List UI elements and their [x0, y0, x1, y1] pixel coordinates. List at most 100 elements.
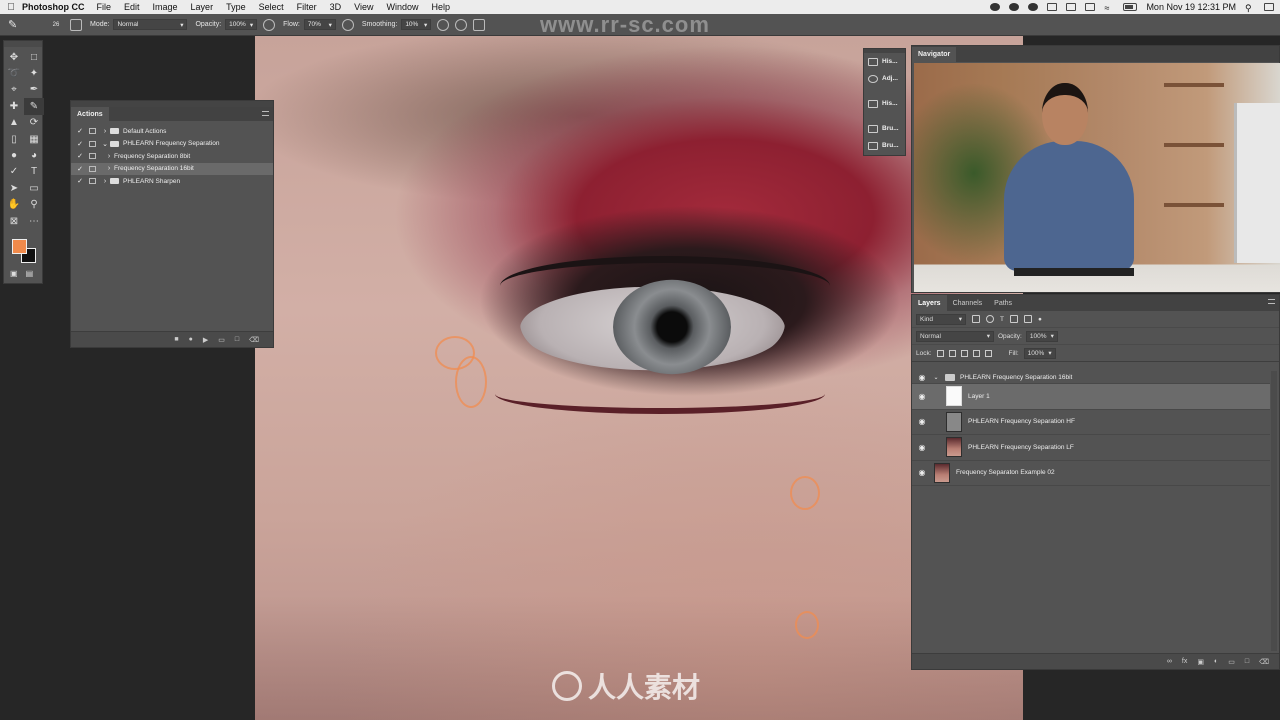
pen-tool-icon[interactable]: ✓: [4, 164, 24, 180]
chevron-down-icon[interactable]: ⌄: [932, 374, 940, 381]
dialog-toggle-icon[interactable]: [89, 128, 96, 135]
smoothing-settings-gear-icon[interactable]: [437, 18, 450, 31]
lock-image-icon[interactable]: [948, 349, 956, 357]
layer-row[interactable]: ◉ PHLEARN Frequency Separation LF: [912, 435, 1270, 461]
battery-icon[interactable]: [1123, 3, 1138, 11]
filter-toggle-icon[interactable]: ●: [1038, 316, 1042, 323]
history-panel-button[interactable]: His...: [864, 53, 905, 70]
opacity-field[interactable]: 100% ▾: [225, 19, 258, 30]
check-icon[interactable]: ✓: [75, 140, 85, 148]
display-icon[interactable]: [1047, 3, 1058, 11]
menu-window[interactable]: Window: [386, 2, 418, 12]
flow-field[interactable]: 70% ▾: [303, 19, 336, 30]
menu-view[interactable]: View: [354, 2, 373, 12]
dialog-toggle-icon[interactable]: [89, 178, 96, 185]
menu-filter[interactable]: Filter: [297, 2, 317, 12]
filter-kind-select[interactable]: Kind ▾: [916, 313, 966, 325]
wifi-icon[interactable]: ≈: [1104, 3, 1114, 13]
chevron-right-icon[interactable]: ›: [104, 165, 114, 172]
history-brush-tool-icon[interactable]: ⟳: [24, 115, 44, 131]
histogram-panel-button[interactable]: His...: [864, 95, 905, 112]
check-icon[interactable]: ✓: [75, 127, 85, 135]
panel-menu-icon[interactable]: [262, 111, 269, 116]
foreground-color-swatch[interactable]: [12, 239, 27, 254]
gradient-tool-icon[interactable]: ▦: [24, 131, 44, 147]
move-tool-icon[interactable]: ✥: [4, 49, 24, 65]
menu-edit[interactable]: Edit: [124, 2, 140, 12]
hand-tool-icon[interactable]: ✋: [4, 197, 24, 213]
pressure-opacity-icon[interactable]: [263, 18, 276, 31]
eraser-tool-icon[interactable]: ▯: [4, 131, 24, 147]
path-selection-tool-icon[interactable]: ➤: [4, 180, 24, 196]
rectangle-tool-icon[interactable]: ▭: [24, 180, 44, 196]
layer-row-selected[interactable]: ◉ Layer 1: [912, 384, 1270, 410]
magic-wand-tool-icon[interactable]: ✦: [24, 65, 44, 81]
adjustment-filter-icon[interactable]: [986, 315, 994, 323]
check-icon[interactable]: ✓: [75, 177, 85, 185]
stop-icon[interactable]: ■: [174, 336, 178, 343]
menu-file[interactable]: File: [97, 2, 112, 12]
smoothing-field[interactable]: 10% ▾: [401, 19, 432, 30]
add-mask-icon[interactable]: ▣: [1197, 658, 1204, 666]
type-tool-icon[interactable]: T: [24, 164, 44, 180]
lock-transparent-icon[interactable]: [936, 349, 944, 357]
creative-cloud-icon[interactable]: [990, 3, 1001, 11]
delete-icon[interactable]: ⌫: [249, 336, 259, 344]
action-row[interactable]: ✓ › Frequency Separation 8bit: [71, 150, 273, 163]
navigator-preview[interactable]: [914, 63, 1280, 292]
visibility-eye-icon[interactable]: ◉: [912, 417, 932, 426]
pressure-size-icon[interactable]: [455, 18, 468, 31]
brush-size-picker[interactable]: 26: [46, 22, 66, 28]
new-layer-icon[interactable]: □: [1245, 658, 1249, 665]
marquee-tool-icon[interactable]: □: [24, 49, 44, 65]
new-group-folder-icon[interactable]: ▭: [1228, 658, 1235, 666]
blur-tool-icon[interactable]: ●: [4, 147, 24, 163]
screen-mode-icon[interactable]: ▤: [26, 269, 34, 278]
chevron-down-icon[interactable]: ⌄: [100, 140, 110, 148]
action-set-row[interactable]: ✓ › Default Actions: [71, 125, 273, 138]
spotlight-search-icon[interactable]: ⚲: [1245, 3, 1255, 13]
action-set-row[interactable]: ✓ › PHLEARN Sharpen: [71, 175, 273, 188]
symmetry-icon[interactable]: [473, 18, 486, 31]
check-icon[interactable]: ✓: [75, 165, 85, 173]
new-adjustment-layer-icon[interactable]: ◐: [1214, 658, 1218, 665]
panel-menu-icon[interactable]: [1268, 299, 1275, 304]
color-swatches[interactable]: [10, 237, 40, 267]
menu-layer[interactable]: Layer: [191, 2, 214, 12]
action-set-row[interactable]: ✓ ⌄ PHLEARN Frequency Separation: [71, 138, 273, 151]
layer-opacity-field[interactable]: 100% ▾: [1025, 330, 1058, 342]
brush-settings-panel-button[interactable]: Bru...: [864, 137, 905, 154]
layers-scrollbar[interactable]: [1271, 371, 1277, 651]
chevron-right-icon[interactable]: ›: [100, 128, 110, 135]
record-icon[interactable]: ●: [189, 336, 193, 343]
lasso-tool-icon[interactable]: ➰: [4, 65, 24, 81]
play-icon[interactable]: ▶: [203, 336, 208, 344]
menu-type[interactable]: Type: [226, 2, 246, 12]
blend-mode-select[interactable]: Normal ▾: [916, 330, 994, 342]
check-icon[interactable]: ✓: [75, 152, 85, 160]
dodge-tool-icon[interactable]: ◕: [24, 147, 44, 163]
airplay-icon[interactable]: [1066, 3, 1077, 11]
new-action-icon[interactable]: □: [235, 336, 239, 343]
lock-position-icon[interactable]: [960, 349, 968, 357]
quick-mask-icon[interactable]: ▣: [10, 269, 18, 278]
visibility-eye-icon[interactable]: ◉: [912, 373, 932, 382]
app-status-icon[interactable]: [1028, 3, 1039, 11]
navigator-tab[interactable]: Navigator: [912, 47, 957, 62]
apple-icon[interactable]: : [0, 2, 22, 13]
mode-select[interactable]: Normal ▾: [113, 19, 188, 30]
shape-filter-icon[interactable]: [1009, 315, 1018, 323]
background-layer-row[interactable]: ◉ Frequency Separaton Example 02: [912, 461, 1270, 486]
clone-stamp-tool-icon[interactable]: ▲: [4, 115, 24, 131]
layer-group-row[interactable]: ◉ ⌄ PHLEARN Frequency Separation 16bit: [912, 371, 1270, 384]
tab-paths[interactable]: Paths: [988, 295, 1018, 311]
brushes-panel-button[interactable]: Bru...: [864, 120, 905, 137]
volume-icon[interactable]: [1085, 3, 1096, 11]
layer-row[interactable]: ◉ PHLEARN Frequency Separation HF: [912, 410, 1270, 435]
menu-3d[interactable]: 3D: [330, 2, 342, 12]
lock-artboard-icon[interactable]: [972, 349, 980, 357]
sync-icon[interactable]: [1009, 3, 1020, 11]
lock-all-icon[interactable]: [984, 349, 992, 357]
brush-panel-toggle-icon[interactable]: [70, 18, 82, 31]
visibility-eye-icon[interactable]: ◉: [912, 443, 932, 452]
